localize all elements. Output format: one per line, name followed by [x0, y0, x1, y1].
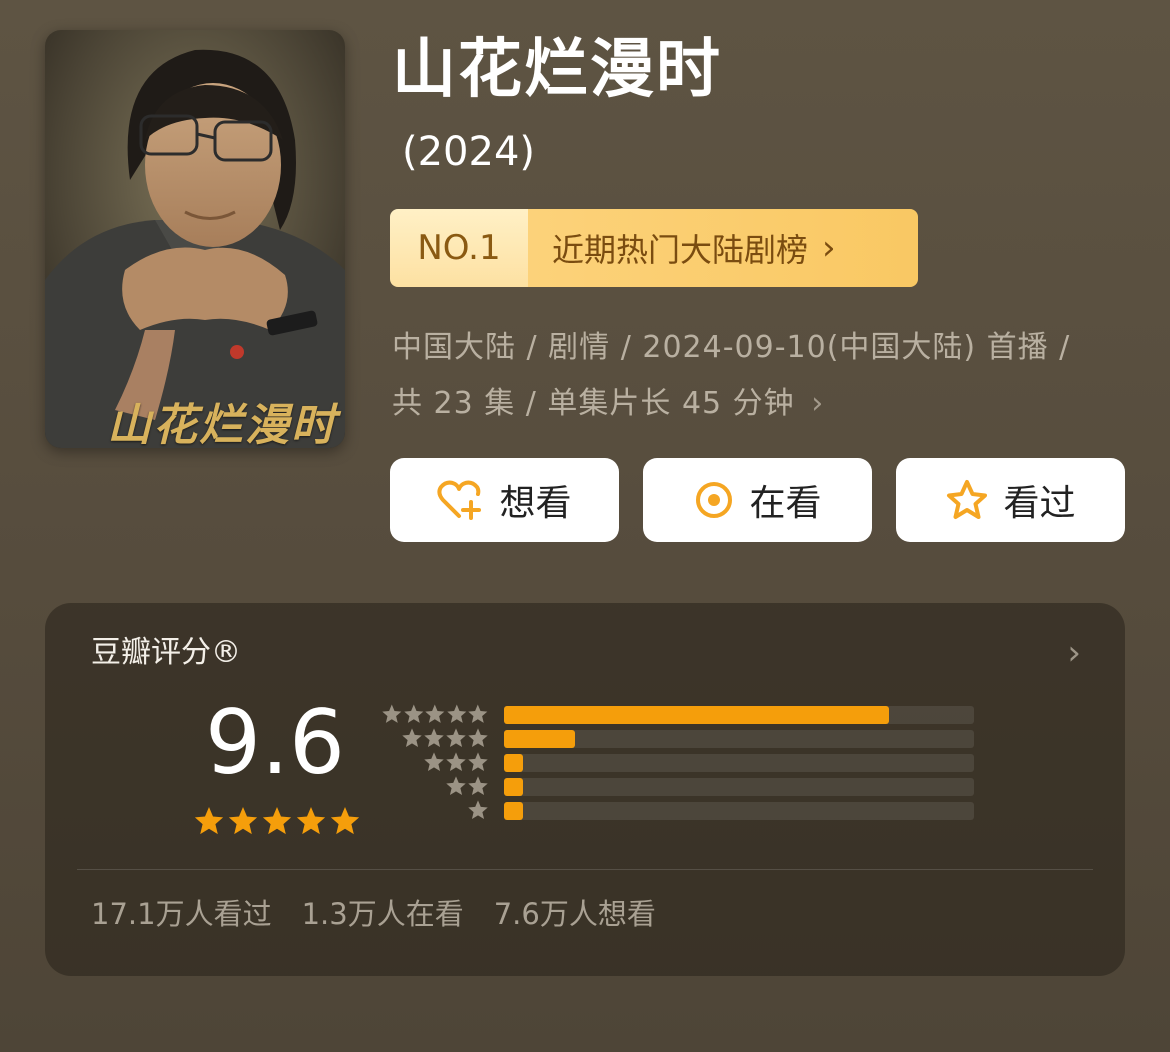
small-star-icon — [468, 752, 488, 771]
small-star-icon — [402, 728, 422, 747]
distribution-bar-fill — [504, 778, 523, 796]
show-year: (2024) — [402, 129, 536, 175]
rating-card[interactable]: 豆瓣评分® › 9.6 17.1万人看过 1.3万人在看 7.6万人想看 — [45, 603, 1125, 976]
want-to-watch-label: 想看 — [499, 483, 572, 524]
stat-watching: 1.3万人在看 — [301, 897, 464, 931]
chevron-right-icon[interactable]: › — [1067, 633, 1081, 673]
score-star-icon — [194, 807, 224, 835]
rank-list-link[interactable]: 近期热门大陆剧榜 › — [528, 209, 918, 287]
small-star-icon — [468, 776, 488, 795]
distribution-bar-track — [504, 802, 974, 820]
divider — [77, 869, 1093, 870]
meta-line-1: 中国大陆 / 剧情 / 2024-09-10(中国大陆) 首播 / — [392, 330, 1071, 365]
heart-plus-icon — [437, 480, 482, 520]
score-star-icon — [228, 807, 258, 835]
small-star-icon — [468, 704, 488, 723]
page: 山花烂漫时 山花烂漫时 (2024) NO.1 近期热门大陆剧榜 › 中国大陆 … — [0, 0, 1170, 1052]
score-star-icon — [330, 807, 360, 835]
chevron-right-icon: › — [822, 228, 836, 268]
distribution-stars — [381, 751, 489, 773]
distribution-bar-fill — [504, 730, 575, 748]
want-to-watch-button[interactable]: 想看 — [390, 458, 619, 542]
poster-image[interactable]: 山花烂漫时 — [45, 30, 345, 448]
distribution-bar-track — [504, 778, 974, 796]
small-star-icon — [424, 728, 444, 747]
show-title: 山花烂漫时 — [392, 33, 722, 107]
rating-stats: 17.1万人看过 1.3万人在看 7.6万人想看 — [91, 897, 656, 932]
small-star-icon — [468, 728, 488, 747]
watching-button[interactable]: 在看 — [643, 458, 872, 542]
distribution-bar-fill — [504, 802, 523, 820]
distribution-stars — [381, 799, 489, 821]
chevron-right-icon: › — [811, 386, 825, 421]
meta-episodes: 共 23 集 / 单集片长 45 分钟 — [392, 386, 795, 421]
distribution-stars — [381, 775, 489, 797]
stat-want: 7.6万人想看 — [493, 897, 656, 931]
distribution-bar-fill — [504, 706, 889, 724]
poster-illustration — [45, 30, 345, 448]
ranking-badge[interactable]: NO.1 近期热门大陆剧榜 › — [390, 209, 918, 287]
small-star-icon — [425, 704, 445, 723]
distribution-bar-fill — [504, 754, 523, 772]
distribution-bar-track — [504, 706, 974, 724]
rating-score: 9.6 — [205, 691, 345, 794]
watched-button[interactable]: 看过 — [896, 458, 1125, 542]
rank-list-label: 近期热门大陆剧榜 — [552, 231, 809, 269]
score-star-icon — [262, 807, 292, 835]
small-star-icon — [446, 728, 466, 747]
distribution-bar-track — [504, 730, 974, 748]
distribution-bar-track — [504, 754, 974, 772]
distribution-stars — [381, 727, 489, 749]
small-star-icon — [468, 800, 488, 819]
meta-line-2[interactable]: 共 23 集 / 单集片长 45 分钟 › — [392, 386, 824, 422]
small-star-icon — [446, 752, 466, 771]
small-star-icon — [447, 704, 467, 723]
small-star-icon — [403, 704, 423, 723]
small-star-icon — [382, 704, 402, 723]
poster-title: 山花烂漫时 — [107, 400, 337, 448]
score-star-icon — [296, 807, 326, 835]
small-star-icon — [446, 776, 466, 795]
star-outline-icon — [947, 480, 988, 519]
distribution-stars — [381, 703, 489, 725]
watched-label: 看过 — [1003, 483, 1076, 524]
rank-number: NO.1 — [390, 209, 528, 287]
watching-label: 在看 — [749, 483, 822, 524]
score-stars — [193, 805, 361, 837]
small-star-icon — [424, 752, 444, 771]
stat-watched: 17.1万人看过 — [91, 897, 272, 931]
target-circle-icon — [696, 482, 733, 518]
rating-title: 豆瓣评分® — [91, 635, 241, 670]
